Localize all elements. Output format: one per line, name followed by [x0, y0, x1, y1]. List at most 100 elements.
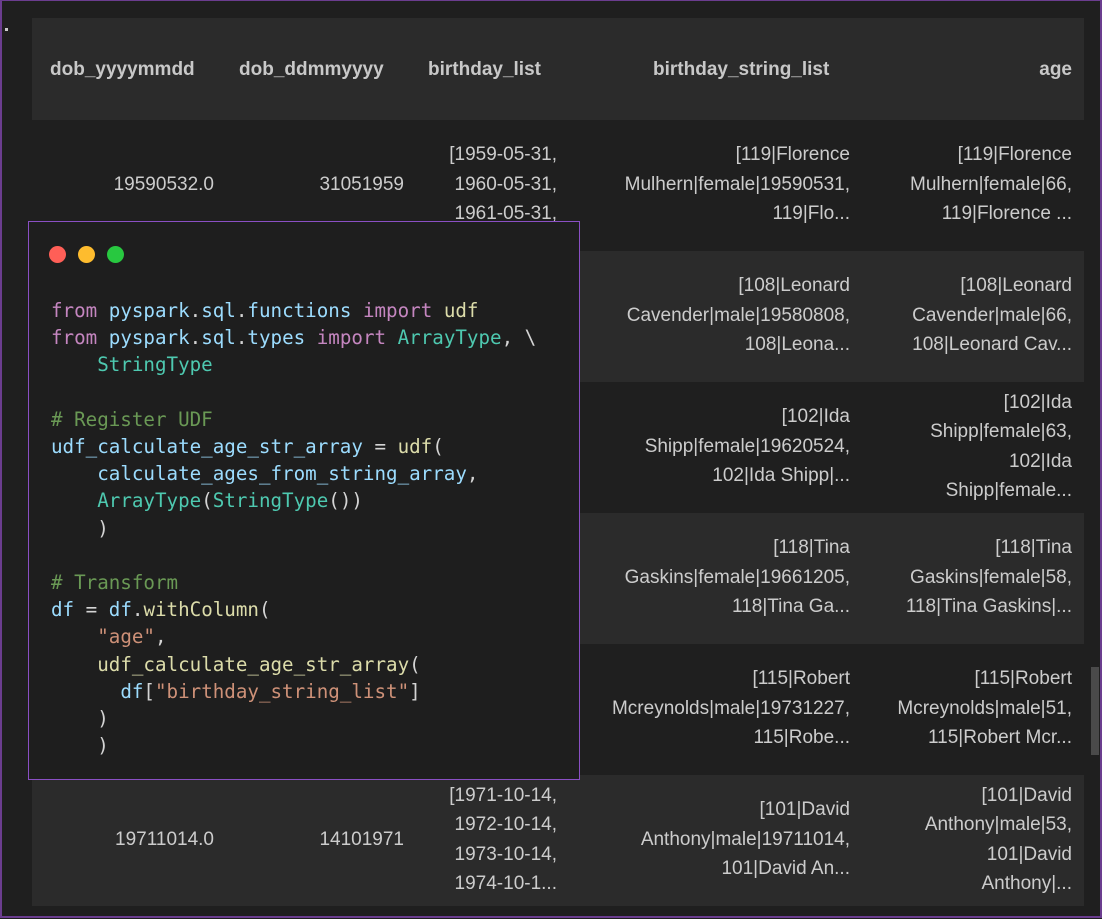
maximize-window-icon[interactable] [107, 246, 124, 263]
cell-line: 19711014.0 [115, 828, 214, 850]
cell-line: [108|Leonard [960, 275, 1072, 297]
code-token: df [120, 679, 144, 703]
code-token: ) [51, 516, 109, 540]
cell-birthday-string-list: [115|Robert Mcreynolds|male|19731227, 115|… [612, 664, 850, 753]
code-editor-window: from pyspark.sql.functions import udf fro… [28, 221, 580, 780]
code-block: from pyspark.sql.functions import udf fro… [51, 297, 536, 759]
cell-dob-yyyymmdd: 19590532.0 [114, 170, 214, 200]
code-token: ( [432, 435, 444, 459]
code-token: sql [201, 299, 236, 322]
code-line: ArrayType(StringType()) [51, 487, 536, 514]
code-token: pyspark [108, 326, 190, 350]
code-token: , \ [501, 326, 537, 350]
cell-line: [119|Florence [735, 144, 850, 166]
cell-line: 1972-10-14, [454, 814, 557, 835]
cell-line: Anthony|male|53, [924, 814, 1072, 835]
code-line: udf_calculate_age_str_array( [51, 651, 536, 678]
code-token: . [131, 598, 144, 622]
cell-birthday-string-list: [101|David Anthony|male|19711014, 101|Davi… [641, 795, 850, 884]
cell-birthday-list: [1959-05-31, 1960-05-31, 1961-05-31, [449, 140, 557, 229]
code-token: ArrayType [97, 489, 202, 513]
cell-age: [119|Florence Mulhern|female|66, 119|Flore… [910, 140, 1072, 229]
cell-line: 1973-10-14, [454, 843, 557, 865]
cell-line: Mcreynolds|male|19731227, [611, 697, 850, 719]
cell-age: [115|Robert Mcreynolds|male|51, 115|Robert… [897, 664, 1072, 753]
code-token: . [189, 299, 202, 322]
cell-line: [119|Florence [957, 144, 1072, 166]
column-header-age[interactable]: age [1039, 59, 1072, 81]
cell-line: [1971-10-14, [449, 784, 557, 806]
close-window-icon[interactable] [49, 246, 66, 263]
cell-dob-yyyymmdd: 19711014.0 [115, 825, 214, 855]
cell-line: 115|Robe... [753, 727, 850, 749]
cell-line: 101|David An... [721, 858, 850, 880]
cell-birthday-string-list: [102|Ida Shipp|female|19620524, 102|Ida Sh… [645, 402, 850, 491]
code-line: ​ [51, 542, 536, 569]
code-token: ( [258, 598, 271, 622]
code-token: . [235, 326, 248, 350]
code-token: df [108, 598, 132, 622]
cell-line: Mulhern|female|66, [910, 173, 1072, 195]
column-header-birthday-list[interactable]: birthday_list [428, 59, 541, 81]
code-token: "birthday_string_list" [154, 679, 410, 703]
cell-line: [101|David [759, 799, 851, 821]
cell-line: Gaskins|female|19661205, [624, 566, 850, 588]
code-token: functions [247, 299, 352, 322]
cell-line: [115|Robert [974, 668, 1072, 690]
code-token: udf [443, 299, 479, 322]
code-line: # Transform [51, 569, 536, 596]
table-row: 19711014.0 14101971 [1971-10-14, 1972-10-14… [32, 775, 1084, 906]
cell-line: 101|David [986, 843, 1072, 865]
cell-line: 119|Florence ... [941, 203, 1072, 225]
code-token: ) [51, 707, 109, 731]
code-token: udf [397, 435, 433, 459]
code-token: pyspark [108, 299, 190, 322]
code-token: import [305, 326, 398, 350]
cell-line: Shipp|female|63, [930, 421, 1072, 442]
column-header-birthday-string-list[interactable]: birthday_string_list [653, 59, 829, 81]
code-token: ( [201, 489, 213, 513]
code-token: # Transform [51, 571, 179, 595]
cell-age: [118|Tina Gaskins|female|58, 118|Tina Gask… [906, 533, 1072, 622]
cell-line: [118|Tina [773, 537, 850, 559]
code-line: udf_calculate_age_str_array = udf( [51, 433, 536, 460]
column-header-dob-ddmmyyyy[interactable]: dob_ddmmyyyy [239, 59, 384, 81]
cell-line: 102|Ida Shipp|... [712, 465, 850, 487]
code-token: types [247, 326, 306, 350]
cell-line: 14101971 [319, 828, 404, 850]
code-token: = [362, 435, 398, 459]
code-line: # Register UDF [51, 406, 536, 433]
cell-line: 115|Robert Mcr... [928, 727, 1072, 749]
cell-line: [101|David [981, 784, 1073, 806]
cell-line: 1974-10-1... [454, 873, 557, 894]
cell-birthday-string-list: [119|Florence Mulhern|female|19590531, 119… [625, 140, 850, 229]
cell-line: Mulhern|female|19590531, [624, 173, 850, 195]
column-header-dob-yyyymmdd[interactable]: dob_yyyymmdd [50, 59, 195, 81]
code-token: StringType [97, 353, 213, 377]
code-token: from [51, 326, 109, 350]
cell-line: 102|Ida [1008, 450, 1072, 472]
cell-line: 118|Tina Gaskins|... [905, 596, 1072, 618]
cell-line: [108|Leonard [738, 275, 850, 297]
cell-line: Gaskins|female|58, [910, 566, 1072, 588]
code-token: from [51, 299, 109, 322]
code-token: withColumn [143, 598, 259, 622]
code-token: , [466, 462, 479, 486]
cell-line: 108|Leona... [744, 334, 850, 356]
code-token: "age" [97, 625, 155, 649]
table-header-row: dob_yyyymmdd dob_ddmmyyyy birthday_list … [32, 18, 1084, 120]
code-token: . [189, 326, 202, 350]
code-token: # Register UDF [51, 407, 213, 431]
code-line: df = df.withColumn( [51, 596, 536, 623]
code-line: ​ [51, 379, 536, 406]
minimize-window-icon[interactable] [78, 246, 95, 263]
code-line: ) [51, 732, 536, 759]
cell-line: 119|Flo... [772, 203, 850, 225]
code-token: . [235, 299, 248, 322]
vertical-scrollbar[interactable] [1091, 667, 1099, 755]
cell-line: [115|Robert [752, 668, 850, 690]
